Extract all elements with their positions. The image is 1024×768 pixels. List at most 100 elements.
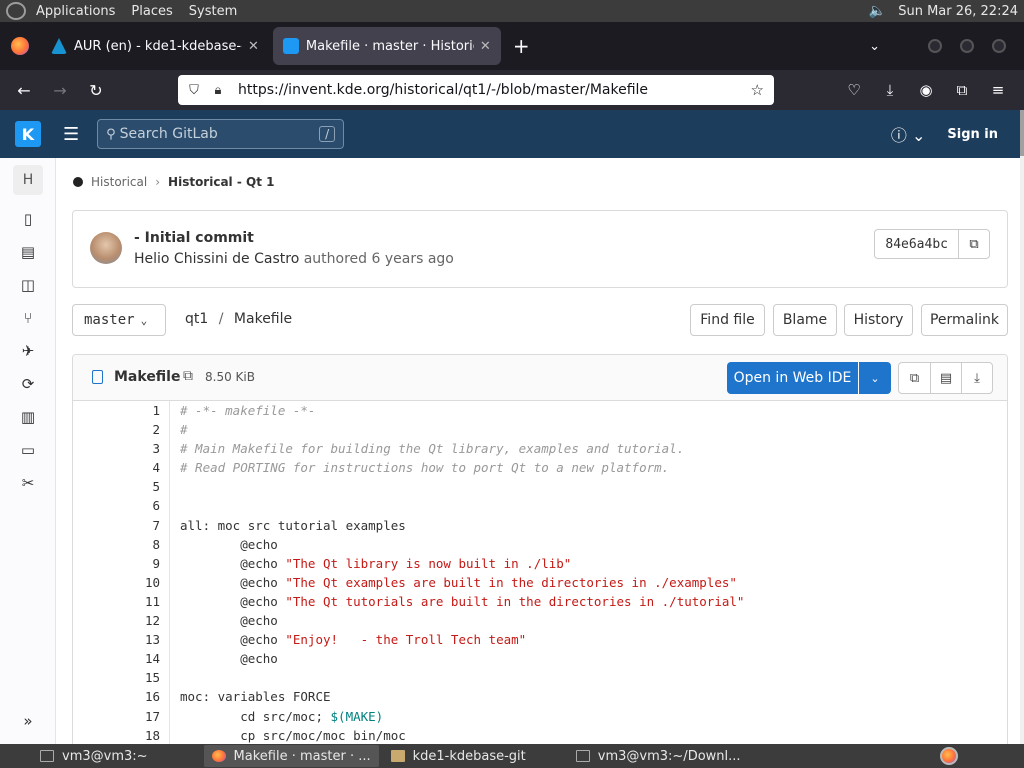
firefox-tray-icon[interactable] bbox=[940, 747, 958, 765]
main-content: Historical › Historical - Qt 1 - Initial… bbox=[56, 158, 1020, 744]
close-icon[interactable]: ✕ bbox=[248, 39, 259, 54]
project-avatar[interactable]: H bbox=[13, 165, 43, 195]
author-avatar[interactable] bbox=[90, 232, 122, 264]
new-tab-button[interactable]: + bbox=[513, 34, 530, 58]
terminal-icon bbox=[575, 750, 590, 762]
speaker-icon[interactable]: 🔈 bbox=[869, 3, 886, 19]
tab-aur[interactable]: AUR (en) - kde1-kdebase-git ✕ bbox=[41, 27, 269, 65]
sidebar-snippets-icon[interactable]: ✂ bbox=[0, 466, 56, 499]
line-number[interactable]: 14 bbox=[73, 649, 170, 669]
line-number[interactable]: 18 bbox=[73, 725, 170, 744]
code-line: 15 bbox=[73, 668, 1007, 688]
history-button[interactable]: History bbox=[844, 304, 913, 336]
line-number[interactable]: 1 bbox=[73, 401, 170, 421]
sidebar-wiki-icon[interactable]: ▭ bbox=[0, 433, 56, 466]
lock-icon[interactable]: 🔒︎ bbox=[210, 83, 226, 98]
gnome-foot-icon[interactable] bbox=[6, 2, 26, 20]
line-number[interactable]: 17 bbox=[73, 706, 170, 726]
back-icon[interactable]: ← bbox=[12, 81, 36, 100]
close-icon[interactable]: ✕ bbox=[480, 39, 491, 54]
minimize-button[interactable] bbox=[928, 39, 942, 53]
sidebar-repository-icon[interactable]: ▤ bbox=[0, 235, 56, 268]
tab-makefile[interactable]: Makefile · master · Historical ✕ bbox=[272, 27, 501, 65]
menu-icon[interactable]: ≡ bbox=[980, 81, 1016, 99]
line-number[interactable]: 12 bbox=[73, 611, 170, 631]
shield-icon[interactable]: ⛉ bbox=[186, 83, 202, 98]
commit-sha-button[interactable]: 84e6a4bc bbox=[875, 230, 958, 258]
expand-sidebar-icon[interactable]: » bbox=[0, 712, 56, 730]
sidebar-issues-icon[interactable]: ◫ bbox=[0, 268, 56, 301]
line-number[interactable]: 7 bbox=[73, 515, 170, 535]
sidebar-monitor-icon[interactable]: ⟳ bbox=[0, 367, 56, 400]
line-number[interactable]: 8 bbox=[73, 534, 170, 554]
line-source: # Read PORTING for instructions how to p… bbox=[170, 458, 669, 477]
sidebar-analytics-icon[interactable]: ▥ bbox=[0, 400, 56, 433]
reload-icon[interactable]: ↻ bbox=[84, 81, 108, 100]
code-text: @echo bbox=[180, 555, 286, 571]
branch-selector[interactable]: master ⌄ bbox=[72, 304, 166, 336]
copy-contents-icon[interactable]: ⧉ bbox=[899, 363, 930, 393]
task-terminal-1[interactable]: vm3@vm3:~ bbox=[32, 745, 156, 767]
raw-file-icon[interactable]: ▤ bbox=[930, 363, 961, 393]
project-sidebar: H ▯ ▤ ◫ ⑂ ✈ ⟳ ▥ ▭ ✂ » bbox=[0, 158, 56, 744]
clock[interactable]: Sun Mar 26, 22:24 bbox=[898, 4, 1018, 19]
account-icon[interactable]: ◉ bbox=[908, 81, 944, 99]
line-source: @echo bbox=[170, 611, 278, 630]
search-input[interactable]: ⚲ Search GitLab / bbox=[97, 119, 345, 149]
permalink-button[interactable]: Permalink bbox=[921, 304, 1008, 336]
sidebar-merge-requests-icon[interactable]: ⑂ bbox=[0, 301, 56, 334]
list-all-tabs-icon[interactable]: ⌄ bbox=[869, 39, 880, 54]
menu-places[interactable]: Places bbox=[123, 4, 180, 19]
copy-icon[interactable]: ⧉ bbox=[958, 230, 989, 258]
line-number[interactable]: 16 bbox=[73, 687, 170, 707]
chevron-down-icon[interactable]: ⌄ bbox=[859, 362, 891, 394]
line-number[interactable]: 5 bbox=[73, 477, 170, 497]
download-icon[interactable]: ⤓ bbox=[961, 363, 992, 393]
breadcrumb-group[interactable]: Historical bbox=[91, 175, 147, 189]
find-file-button[interactable]: Find file bbox=[690, 304, 765, 336]
download-icon[interactable]: ⤓ bbox=[872, 81, 908, 99]
task-terminal-2[interactable]: vm3@vm3:~/Downl... bbox=[568, 745, 749, 767]
url-text[interactable]: https://invent.kde.org/historical/qt1/-/… bbox=[238, 82, 648, 98]
page-scrollbar[interactable] bbox=[1020, 110, 1024, 744]
sign-in-link[interactable]: Sign in bbox=[947, 127, 998, 142]
sidebar-project-info-icon[interactable]: ▯ bbox=[0, 202, 56, 235]
open-web-ide-button[interactable]: Open in Web IDE bbox=[727, 362, 858, 394]
breadcrumb-project[interactable]: Historical - Qt 1 bbox=[168, 175, 274, 189]
hamburger-menu-icon[interactable]: ☰ bbox=[63, 124, 79, 145]
sidebar-deployments-icon[interactable]: ✈ bbox=[0, 334, 56, 367]
commit-author[interactable]: Helio Chissini de Castro bbox=[134, 251, 299, 267]
extensions-icon[interactable]: ⧉ bbox=[944, 81, 980, 99]
url-bar[interactable]: ⛉ 🔒︎ https://invent.kde.org/historical/q… bbox=[178, 75, 774, 105]
tab-title: AUR (en) - kde1-kdebase-git bbox=[74, 38, 242, 54]
scrollbar-thumb[interactable] bbox=[1020, 110, 1024, 156]
line-number[interactable]: 9 bbox=[73, 553, 170, 573]
last-commit-box: - Initial commit Helio Chissini de Castr… bbox=[72, 210, 1008, 288]
path-root-link[interactable]: qt1 bbox=[185, 311, 208, 327]
task-folder[interactable]: kde1-kdebase-git bbox=[383, 745, 534, 767]
bookmark-star-icon[interactable]: ☆ bbox=[751, 81, 764, 99]
commit-title[interactable]: - Initial commit bbox=[134, 230, 254, 246]
kde-logo-icon[interactable]: K bbox=[15, 121, 41, 147]
line-number[interactable]: 2 bbox=[73, 420, 170, 440]
line-number[interactable]: 13 bbox=[73, 630, 170, 650]
menu-system[interactable]: System bbox=[181, 4, 245, 19]
close-window-button[interactable] bbox=[992, 39, 1006, 53]
pocket-icon[interactable]: ♡ bbox=[836, 81, 872, 99]
help-icon[interactable]: ⓘ ⌄ bbox=[891, 122, 926, 146]
menu-applications[interactable]: Applications bbox=[28, 4, 123, 19]
gitlab-header: K ☰ ⚲ Search GitLab / ⓘ ⌄ Sign in bbox=[0, 110, 1020, 158]
firefox-icon[interactable] bbox=[11, 37, 29, 55]
system-top-panel: Applications Places System 🔈 Sun Mar 26,… bbox=[0, 0, 1024, 22]
copy-path-icon[interactable]: ⧉ bbox=[183, 368, 193, 384]
blame-button[interactable]: Blame bbox=[773, 304, 837, 336]
task-firefox[interactable]: Makefile · master · ... bbox=[203, 745, 379, 767]
forward-icon[interactable]: → bbox=[48, 81, 72, 100]
line-number[interactable]: 15 bbox=[73, 668, 170, 688]
line-number[interactable]: 3 bbox=[73, 439, 170, 459]
line-number[interactable]: 10 bbox=[73, 572, 170, 592]
line-number[interactable]: 11 bbox=[73, 591, 170, 612]
line-number[interactable]: 6 bbox=[73, 496, 170, 516]
maximize-button[interactable] bbox=[960, 39, 974, 53]
line-number[interactable]: 4 bbox=[73, 458, 170, 478]
